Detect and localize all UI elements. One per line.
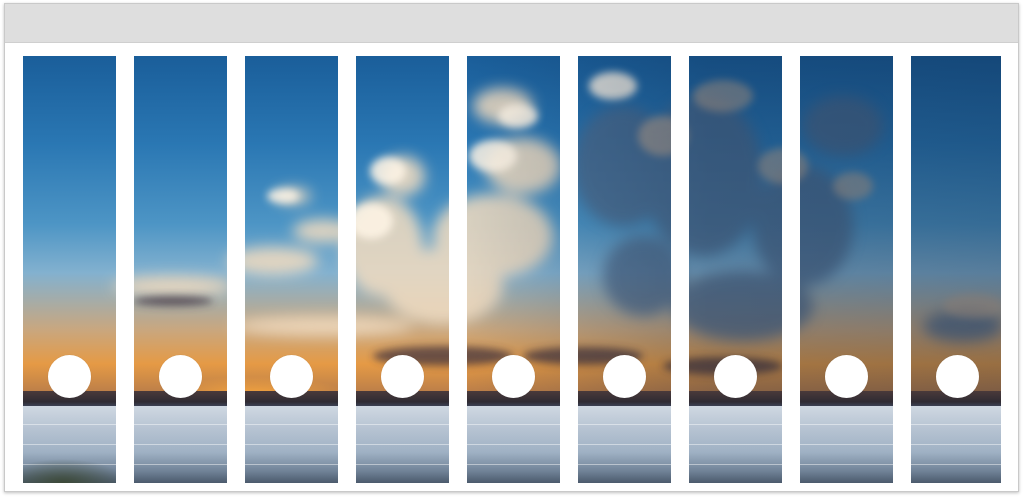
spine-dividers	[23, 56, 1001, 483]
ring-hole	[714, 355, 757, 398]
panorama-image	[23, 56, 1001, 483]
ring-hole	[825, 355, 868, 398]
spine-divider	[116, 56, 134, 483]
spine-divider	[338, 56, 356, 483]
ring-hole	[936, 355, 979, 398]
spine-divider	[782, 56, 800, 483]
sheet-header-strip	[5, 4, 1018, 43]
ring-hole	[603, 355, 646, 398]
spine-divider	[671, 56, 689, 483]
ring-hole	[159, 355, 202, 398]
label-sheet	[4, 3, 1019, 492]
spine-divider	[449, 56, 467, 483]
spine-divider	[560, 56, 578, 483]
spine-divider	[893, 56, 911, 483]
spine-divider	[227, 56, 245, 483]
ring-hole	[48, 355, 91, 398]
ring-hole	[492, 355, 535, 398]
ring-hole	[381, 355, 424, 398]
ring-hole	[270, 355, 313, 398]
